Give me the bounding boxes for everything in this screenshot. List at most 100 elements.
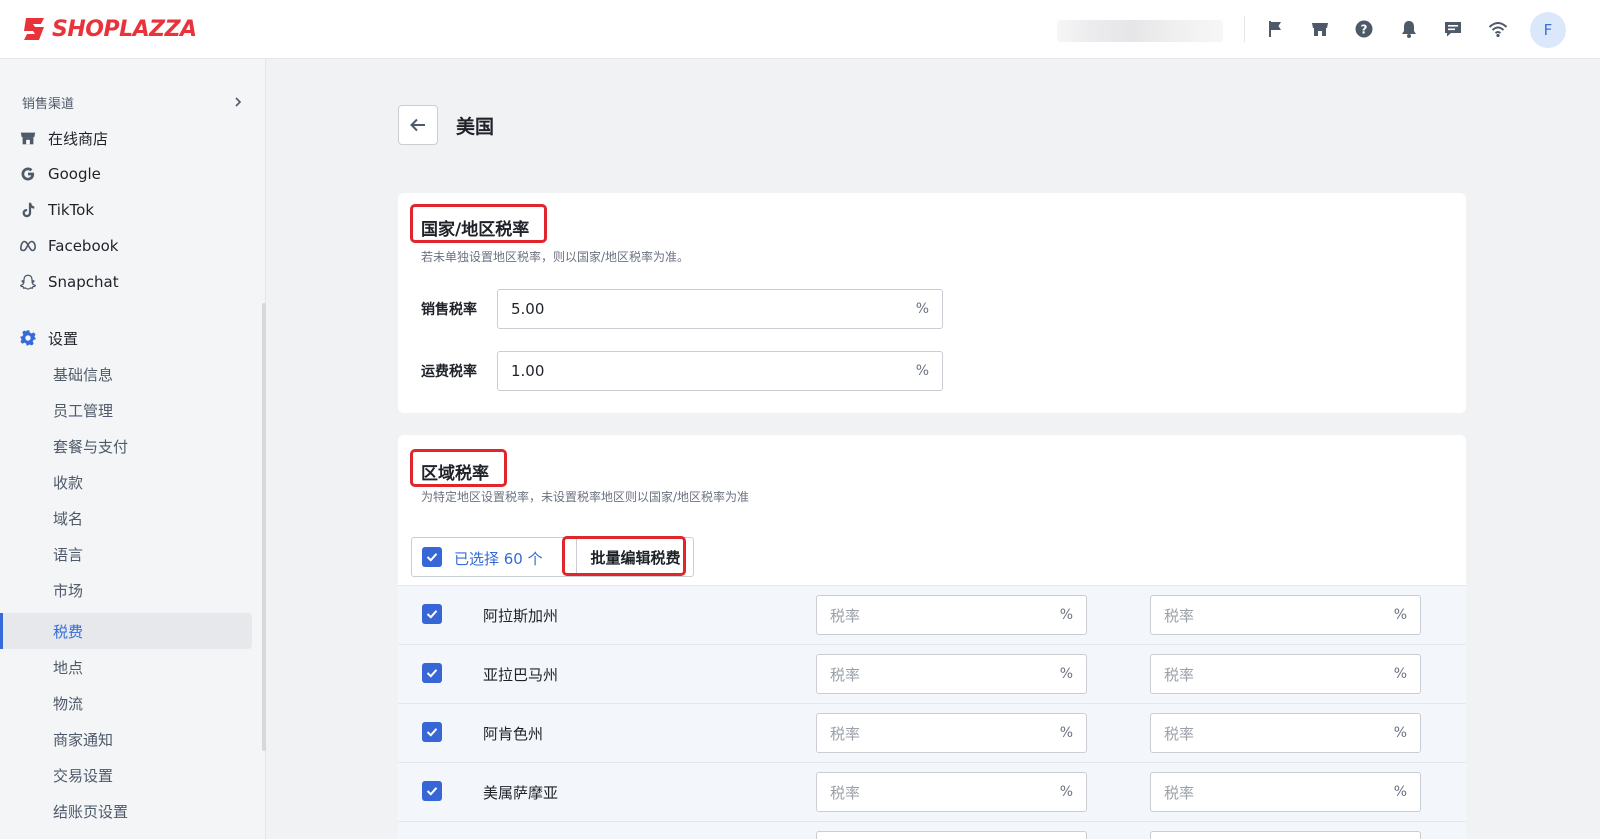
country-rate-card: 国家/地区税率 若未单独设置地区税率，则以国家/地区税率为准。 销售税率 5.0…: [398, 193, 1466, 413]
sidebar-subitem-shipping[interactable]: 物流: [53, 687, 253, 719]
checkmark-icon: [426, 610, 438, 619]
shop-name-redacted[interactable]: [1057, 20, 1223, 42]
sales-rate-input[interactable]: 税率 %: [816, 713, 1087, 753]
sales-channels-header[interactable]: 销售渠道: [22, 92, 244, 112]
sidebar-item-facebook[interactable]: Facebook: [18, 230, 248, 262]
google-icon: [18, 164, 38, 184]
sales-rate-input[interactable]: [816, 831, 1087, 839]
percent-suffix: %: [1393, 607, 1407, 623]
checkmark-icon: [426, 553, 438, 562]
table-row: 阿肯色州 税率 % 税率 %: [398, 703, 1466, 762]
region-rate-title: 区域税率: [421, 464, 489, 484]
shipping-rate-input[interactable]: [1150, 831, 1421, 839]
shipping-rate-input[interactable]: 税率 %: [1150, 654, 1421, 694]
shipping-rate-input[interactable]: 税率 %: [1150, 595, 1421, 635]
chevron-right-icon: [235, 97, 242, 107]
sidebar-subitem-basic-info[interactable]: 基础信息: [53, 358, 253, 390]
table-row: 亚拉巴马州 税率 % 税率 %: [398, 644, 1466, 703]
region-name: 美属萨摩亚: [483, 784, 559, 802]
row-checkbox[interactable]: [422, 604, 442, 624]
shoplazza-logo[interactable]: SHOPLAZZA: [22, 14, 197, 44]
sidebar-subitem-languages[interactable]: 语言: [53, 538, 253, 570]
region-name: 亚拉巴马州: [483, 666, 559, 684]
bell-icon[interactable]: [1396, 16, 1422, 42]
back-button[interactable]: [398, 105, 438, 145]
wifi-icon[interactable]: [1485, 16, 1511, 42]
sidebar-settings-label: 设置: [48, 329, 79, 348]
logo-mark-icon: [24, 18, 44, 40]
checkmark-icon: [426, 787, 438, 796]
shipping-tax-input[interactable]: 1.00 %: [497, 351, 943, 391]
rate-placeholder: 税率: [1164, 665, 1195, 684]
sidebar-subitem-markets[interactable]: 市场: [53, 574, 253, 606]
brand-name: SHOPLAZZA: [52, 16, 197, 42]
sidebar-subitem-payments[interactable]: 收款: [53, 466, 253, 498]
rate-placeholder: 税率: [830, 724, 861, 743]
flag-icon[interactable]: [1262, 16, 1288, 42]
rate-placeholder: 税率: [1164, 724, 1195, 743]
row-checkbox[interactable]: [422, 781, 442, 801]
shipping-rate-input[interactable]: 税率 %: [1150, 713, 1421, 753]
user-avatar[interactable]: F: [1530, 12, 1566, 48]
sidebar-item-snapchat[interactable]: Snapchat: [18, 266, 248, 298]
tiktok-icon: [18, 200, 38, 220]
topbar-divider: [1244, 16, 1245, 42]
snapchat-icon: [18, 272, 38, 292]
sidebar-subitem-checkout-settings[interactable]: 交易设置: [53, 759, 253, 791]
row-checkbox[interactable]: [422, 663, 442, 683]
sales-tax-input[interactable]: 5.00 %: [497, 289, 943, 329]
rate-placeholder: 税率: [830, 783, 861, 802]
country-rate-description: 若未单独设置地区税率，则以国家/地区税率为准。: [421, 250, 690, 264]
percent-suffix: %: [915, 363, 929, 379]
percent-suffix: %: [1059, 607, 1073, 623]
sidebar-item-online-store[interactable]: 在线商店: [18, 122, 248, 154]
shipping-tax-label: 运费税率: [421, 364, 477, 380]
active-item-indicator: [0, 613, 3, 649]
sidebar-subitem-checkout-page[interactable]: 结账页设置: [53, 795, 253, 827]
store-icon[interactable]: [1307, 16, 1333, 42]
sidebar-subitem-domains[interactable]: 域名: [53, 502, 253, 534]
page-title: 美国: [456, 116, 495, 138]
sidebar-item-label: 在线商店: [48, 129, 109, 148]
sales-channels-label: 销售渠道: [22, 96, 75, 112]
table-row: 阿拉斯加州 税率 % 税率 %: [398, 585, 1466, 644]
region-rate-card: 区域税率 为特定地区设置税率，未设置税率地区则以国家/地区税率为准 已选择 60…: [398, 435, 1466, 839]
checkmark-icon: [426, 669, 438, 678]
store-icon: [18, 128, 38, 148]
chat-icon[interactable]: [1440, 16, 1466, 42]
svg-text:?: ?: [1361, 23, 1368, 37]
sidebar-item-label: Google: [48, 165, 101, 183]
sales-rate-input[interactable]: 税率 %: [816, 595, 1087, 635]
table-row: 美属萨摩亚 税率 % 税率 %: [398, 762, 1466, 821]
row-checkbox[interactable]: [422, 722, 442, 742]
percent-suffix: %: [1393, 666, 1407, 682]
table-row-partial: [398, 821, 1466, 839]
meta-icon: [18, 236, 38, 256]
sidebar-subitem-locations[interactable]: 地点: [53, 651, 253, 683]
select-all-checkbox[interactable]: [422, 547, 442, 567]
sidebar-item-settings[interactable]: 设置: [18, 322, 248, 354]
percent-suffix: %: [1393, 725, 1407, 741]
help-icon[interactable]: ?: [1351, 16, 1377, 42]
selected-count[interactable]: 已选择 60 个: [454, 548, 543, 569]
checkmark-icon: [426, 728, 438, 737]
percent-suffix: %: [1059, 666, 1073, 682]
shipping-rate-input[interactable]: 税率 %: [1150, 772, 1421, 812]
percent-suffix: %: [915, 301, 929, 317]
arrow-left-icon: [410, 118, 425, 132]
percent-suffix: %: [1393, 784, 1407, 800]
sidebar-subitem-staff[interactable]: 员工管理: [53, 394, 253, 426]
sidebar-item-google[interactable]: Google: [18, 158, 248, 190]
sidebar-item-tiktok[interactable]: TikTok: [18, 194, 248, 226]
sales-rate-input[interactable]: 税率 %: [816, 654, 1087, 694]
sidebar-subitem-notifications[interactable]: 商家通知: [53, 723, 253, 755]
rate-placeholder: 税率: [830, 665, 861, 684]
sales-tax-value: 5.00: [511, 300, 545, 318]
sidebar-subitem-plan-billing[interactable]: 套餐与支付: [53, 430, 253, 462]
sales-rate-input[interactable]: 税率 %: [816, 772, 1087, 812]
rate-placeholder: 税率: [830, 606, 861, 625]
sidebar-scrollbar[interactable]: [262, 303, 266, 751]
sidebar-subitem-taxes[interactable]: 税费: [53, 615, 253, 647]
top-bar: SHOPLAZZA ? F: [0, 0, 1600, 59]
percent-suffix: %: [1059, 784, 1073, 800]
